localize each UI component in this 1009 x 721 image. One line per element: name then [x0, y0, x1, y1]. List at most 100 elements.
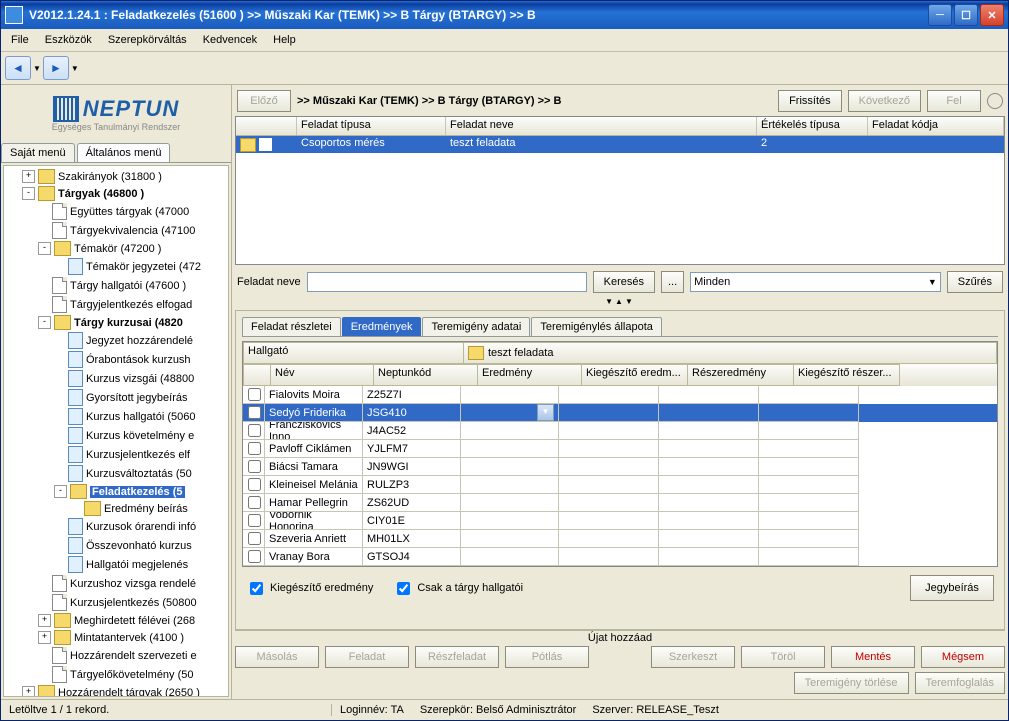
cell-result[interactable] [461, 530, 559, 548]
row-checkbox[interactable] [259, 138, 272, 151]
expand-icon[interactable]: - [22, 187, 35, 200]
task-grid[interactable]: Feladat típusa Feladat neve Értékelés tí… [235, 116, 1005, 265]
tree-node[interactable]: Tárgy hallgatói (47600 ) [6, 276, 226, 295]
tree-node[interactable]: +Szakirányok (31800 ) [6, 168, 226, 185]
tab-own-menu[interactable]: Saját menü [1, 143, 75, 162]
nav-forward-button[interactable]: ► [43, 56, 69, 80]
col-part[interactable]: Részeredmény [688, 364, 794, 386]
menu-help[interactable]: Help [265, 31, 304, 49]
tree-node[interactable]: Kurzus követelmény e [6, 426, 226, 445]
tree-node[interactable]: Tárgyekvivalencia (47100 [6, 221, 226, 240]
replace-button[interactable]: Pótlás [505, 646, 589, 668]
edit-icon[interactable] [240, 138, 256, 152]
cell-result[interactable] [461, 548, 559, 566]
tree-node[interactable]: Kurzusjelentkezés elf [6, 445, 226, 464]
row-checkbox[interactable] [248, 460, 261, 473]
result-row[interactable]: Vobornik HonorinaCIY01E [243, 512, 997, 530]
tree-node[interactable]: Együttes tárgyak (47000 [6, 202, 226, 221]
copy-button[interactable]: Másolás [235, 646, 319, 668]
results-grid[interactable]: Hallgató teszt feladata Név Neptunkód Er… [242, 341, 998, 567]
tree-node[interactable]: Gyorsított jegybeírás [6, 388, 226, 407]
tab-room-status[interactable]: Teremigénylés állapota [531, 317, 662, 336]
expand-icon[interactable]: + [38, 614, 51, 627]
delete-room-req-button[interactable]: Teremigény törlése [794, 672, 909, 694]
menu-file[interactable]: File [3, 31, 37, 49]
filter-select[interactable]: Minden▼ [690, 272, 941, 292]
filter-button[interactable]: Szűrés [947, 271, 1003, 293]
nav-back-button[interactable]: ◄ [5, 56, 31, 80]
tree-node[interactable]: Összevonható kurzus [6, 536, 226, 555]
result-row[interactable]: Fráncziskovics InnoJ4AC52 [243, 422, 997, 440]
col-name[interactable]: Név [271, 364, 374, 386]
task-name-input[interactable] [307, 272, 587, 292]
tree-node[interactable]: Eredmény beírás [6, 500, 226, 517]
result-row[interactable]: Pavloff CiklámenYJLFM7 [243, 440, 997, 458]
tree-node[interactable]: Tárgyelőkövetelmény (50 [6, 665, 226, 684]
tab-general-menu[interactable]: Általános menü [77, 143, 171, 162]
cell-result[interactable] [461, 386, 559, 404]
tree-node[interactable]: Kurzusváltoztatás (50 [6, 464, 226, 483]
tree-node[interactable]: Kurzusok órarendi infó [6, 517, 226, 536]
tree-node[interactable]: Hallgatói megjelenés [6, 555, 226, 574]
expand-icon[interactable]: + [38, 631, 51, 644]
expand-icon[interactable]: - [38, 242, 51, 255]
col-task-name[interactable]: Feladat neve [446, 117, 757, 135]
tab-results[interactable]: Eredmények [342, 317, 422, 336]
row-checkbox[interactable] [248, 406, 261, 419]
up-button[interactable]: Fel [927, 90, 981, 112]
result-row[interactable]: Vranay BoraGTSOJ4 [243, 548, 997, 566]
row-checkbox[interactable] [248, 550, 261, 563]
search-button[interactable]: Keresés [593, 271, 655, 293]
result-row[interactable]: Hamar PellegrinZS62UD [243, 494, 997, 512]
col-code[interactable]: Neptunkód [374, 364, 478, 386]
tree-node[interactable]: -Tárgyak (46800 ) [6, 185, 226, 202]
col-eval-type[interactable]: Értékelés típusa [757, 117, 868, 135]
prev-button[interactable]: Előző [237, 90, 291, 112]
col-task-code[interactable]: Feladat kódja [868, 117, 1004, 135]
row-checkbox[interactable] [248, 514, 261, 527]
cell-result[interactable] [461, 440, 559, 458]
task-row[interactable]: Csoportos mérés teszt feladata 2 [236, 136, 1004, 153]
delete-button[interactable]: Töröl [741, 646, 825, 668]
expand-icon[interactable]: + [22, 686, 35, 697]
tree-node[interactable]: -Tárgy kurzusai (4820 [6, 314, 226, 331]
close-button[interactable]: ✕ [980, 4, 1004, 26]
refresh-button[interactable]: Frissítés [778, 90, 842, 112]
tree-node[interactable]: Hozzárendelt szervezeti e [6, 646, 226, 665]
result-row[interactable]: Sedyó FriderikaJSG410▼Nem felelt megMegf… [243, 404, 997, 422]
menu-fav[interactable]: Kedvencek [195, 31, 265, 49]
edit-button[interactable]: Szerkeszt [651, 646, 735, 668]
tree-node[interactable]: +Meghirdetett félévei (268 [6, 612, 226, 629]
row-checkbox[interactable] [248, 442, 261, 455]
tab-room-data[interactable]: Teremigény adatai [422, 317, 530, 336]
splitter[interactable]: ▼▲▼ [235, 297, 1005, 308]
menu-tools[interactable]: Eszközök [37, 31, 100, 49]
tree-node[interactable]: +Mintatantervek (4100 ) [6, 629, 226, 646]
tree-node[interactable]: -Témakör (47200 ) [6, 240, 226, 257]
result-row[interactable]: Fialovits MoiraZ25Z7I [243, 386, 997, 404]
help-icon[interactable] [987, 93, 1003, 109]
cell-result[interactable] [461, 512, 559, 530]
check-extra-result[interactable]: Kiegészítő eredmény [246, 579, 373, 598]
minimize-button[interactable]: ─ [928, 4, 952, 26]
tree-node[interactable]: Kurzus hallgatói (5060 [6, 407, 226, 426]
save-button[interactable]: Mentés [831, 646, 915, 668]
cancel-button[interactable]: Mégsem [921, 646, 1005, 668]
col-extra2[interactable]: Kiegészítő részer... [794, 364, 900, 386]
subtask-button[interactable]: Részfeladat [415, 646, 499, 668]
result-row[interactable]: Szeveria AnriettMH01LX [243, 530, 997, 548]
nav-tree[interactable]: +Szakirányok (31800 )-Tárgyak (46800 )Eg… [3, 165, 229, 697]
tree-node[interactable]: -Feladatkezelés (5 [6, 483, 226, 500]
tree-node[interactable]: Kurzus vizsgái (48800 [6, 369, 226, 388]
chevron-down-icon[interactable]: ▼ [537, 404, 554, 421]
expand-icon[interactable]: - [38, 316, 51, 329]
row-checkbox[interactable] [248, 424, 261, 437]
row-checkbox[interactable] [248, 496, 261, 509]
task-button[interactable]: Feladat [325, 646, 409, 668]
tree-node[interactable]: Témakör jegyzetei (472 [6, 257, 226, 276]
row-checkbox[interactable] [248, 388, 261, 401]
row-checkbox[interactable] [248, 478, 261, 491]
result-row[interactable]: Biácsi TamaraJN9WGI [243, 458, 997, 476]
col-task-type[interactable]: Feladat típusa [297, 117, 446, 135]
expand-icon[interactable]: + [22, 170, 35, 183]
